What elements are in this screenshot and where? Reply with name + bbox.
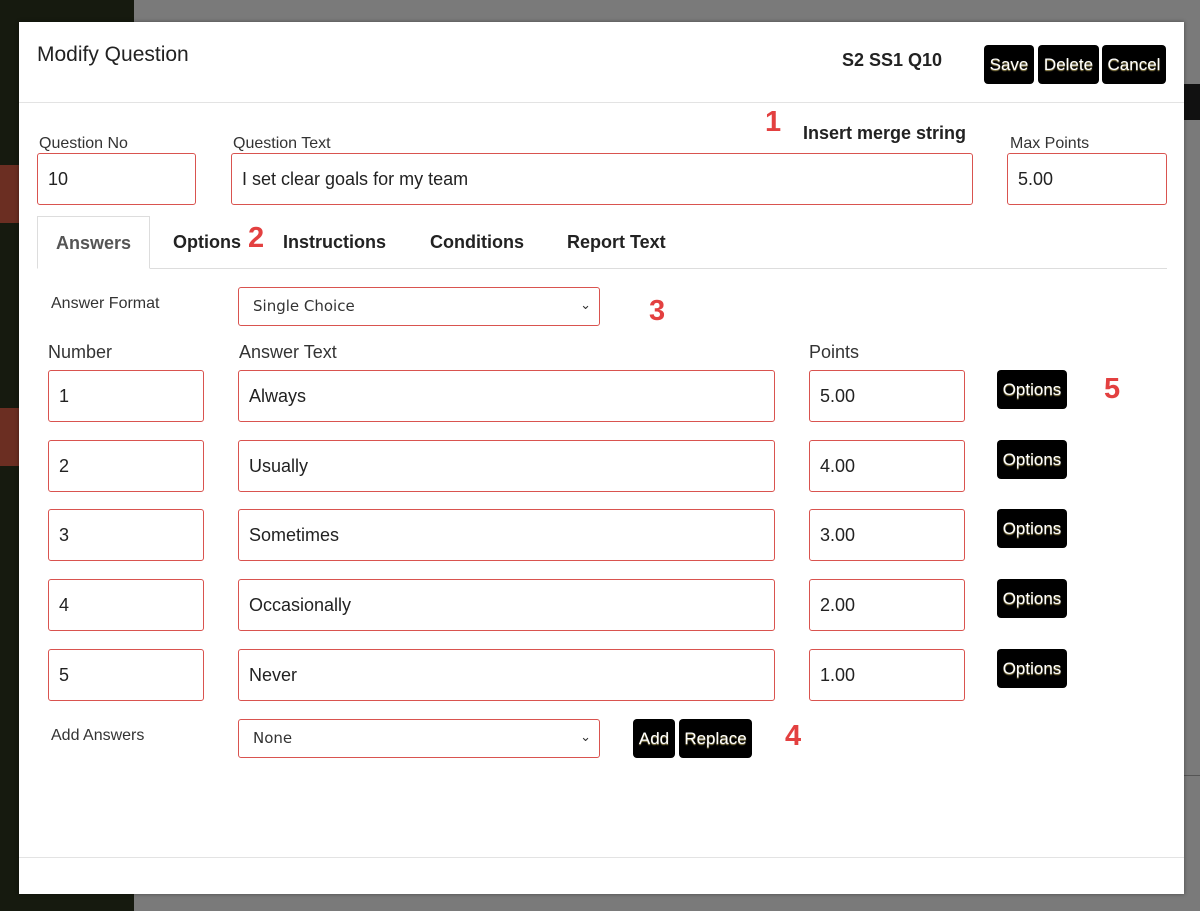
answer-text-input[interactable] bbox=[238, 579, 775, 631]
answer-text-column-header: Answer Text bbox=[239, 342, 337, 362]
chevron-down-icon: ⌄ bbox=[580, 298, 591, 313]
add-answers-value: None bbox=[253, 729, 293, 747]
answer-options-button[interactable]: Options bbox=[997, 509, 1067, 548]
annotation-marker: 3 bbox=[649, 295, 666, 327]
answer-number-input[interactable] bbox=[48, 579, 204, 631]
background-divider bbox=[1184, 775, 1200, 776]
number-column-header: Number bbox=[48, 342, 113, 362]
annotation-marker: 5 bbox=[1104, 373, 1121, 405]
insert-merge-string-link[interactable]: Insert merge string bbox=[803, 123, 966, 144]
answer-points-input[interactable] bbox=[809, 440, 965, 492]
answer-options-button[interactable]: Options bbox=[997, 440, 1067, 479]
question-text-label: Question Text bbox=[233, 135, 331, 152]
dialog-title: Modify Question bbox=[37, 43, 189, 66]
annotation-marker: 1 bbox=[765, 106, 782, 138]
answer-points-input[interactable] bbox=[809, 370, 965, 422]
tab-options[interactable]: Options bbox=[173, 216, 241, 268]
answer-number-input[interactable] bbox=[48, 509, 204, 561]
question-code: S2 SS1 Q10 bbox=[842, 50, 943, 70]
answer-points-input[interactable] bbox=[809, 579, 965, 631]
answer-format-select[interactable]: Single Choice ⌄ bbox=[238, 287, 600, 326]
tab-instructions[interactable]: Instructions bbox=[283, 216, 386, 268]
answer-format-label: Answer Format bbox=[51, 295, 160, 312]
annotation-marker: 4 bbox=[785, 720, 802, 752]
cancel-button[interactable]: Cancel bbox=[1102, 45, 1166, 84]
background-block bbox=[0, 165, 19, 223]
answer-number-input[interactable] bbox=[48, 370, 204, 422]
answer-points-input[interactable] bbox=[809, 649, 965, 701]
answer-text-input[interactable] bbox=[238, 649, 775, 701]
background-strip bbox=[1184, 84, 1200, 120]
background-block bbox=[0, 408, 19, 466]
add-answers-select[interactable]: None ⌄ bbox=[238, 719, 600, 758]
max-points-label: Max Points bbox=[1010, 135, 1090, 152]
answer-text-input[interactable] bbox=[238, 509, 775, 561]
replace-button[interactable]: Replace bbox=[679, 719, 752, 758]
question-no-input[interactable] bbox=[37, 153, 196, 205]
delete-button[interactable]: Delete bbox=[1038, 45, 1099, 84]
answer-number-input[interactable] bbox=[48, 649, 204, 701]
answer-format-value: Single Choice bbox=[253, 297, 355, 315]
dialog-footer-divider bbox=[19, 857, 1184, 858]
dialog-header: Modify Question S2 SS1 Q10 Save Delete C… bbox=[19, 22, 1184, 103]
chevron-down-icon: ⌄ bbox=[580, 730, 591, 745]
answer-points-input[interactable] bbox=[809, 509, 965, 561]
add-answers-label: Add Answers bbox=[51, 727, 145, 744]
tab-answers[interactable]: Answers bbox=[37, 216, 151, 269]
answer-options-button[interactable]: Options bbox=[997, 579, 1067, 618]
annotation-marker: 2 bbox=[248, 222, 265, 254]
save-button[interactable]: Save bbox=[984, 45, 1034, 84]
answer-text-input[interactable] bbox=[238, 370, 775, 422]
answer-number-input[interactable] bbox=[48, 440, 204, 492]
answer-options-button[interactable]: Options bbox=[997, 370, 1067, 409]
answer-text-input[interactable] bbox=[238, 440, 775, 492]
tab-conditions[interactable]: Conditions bbox=[430, 216, 524, 268]
question-text-input[interactable] bbox=[231, 153, 973, 205]
answer-options-button[interactable]: Options bbox=[997, 649, 1067, 688]
add-button[interactable]: Add bbox=[633, 719, 675, 758]
max-points-input[interactable] bbox=[1007, 153, 1167, 205]
question-no-label: Question No bbox=[39, 135, 128, 152]
modify-question-dialog: Modify Question S2 SS1 Q10 Save Delete C… bbox=[19, 22, 1184, 894]
points-column-header: Points bbox=[809, 342, 860, 362]
tab-report-text[interactable]: Report Text bbox=[567, 216, 666, 268]
tab-bar: Answers Options Instructions Conditions … bbox=[37, 216, 1167, 269]
